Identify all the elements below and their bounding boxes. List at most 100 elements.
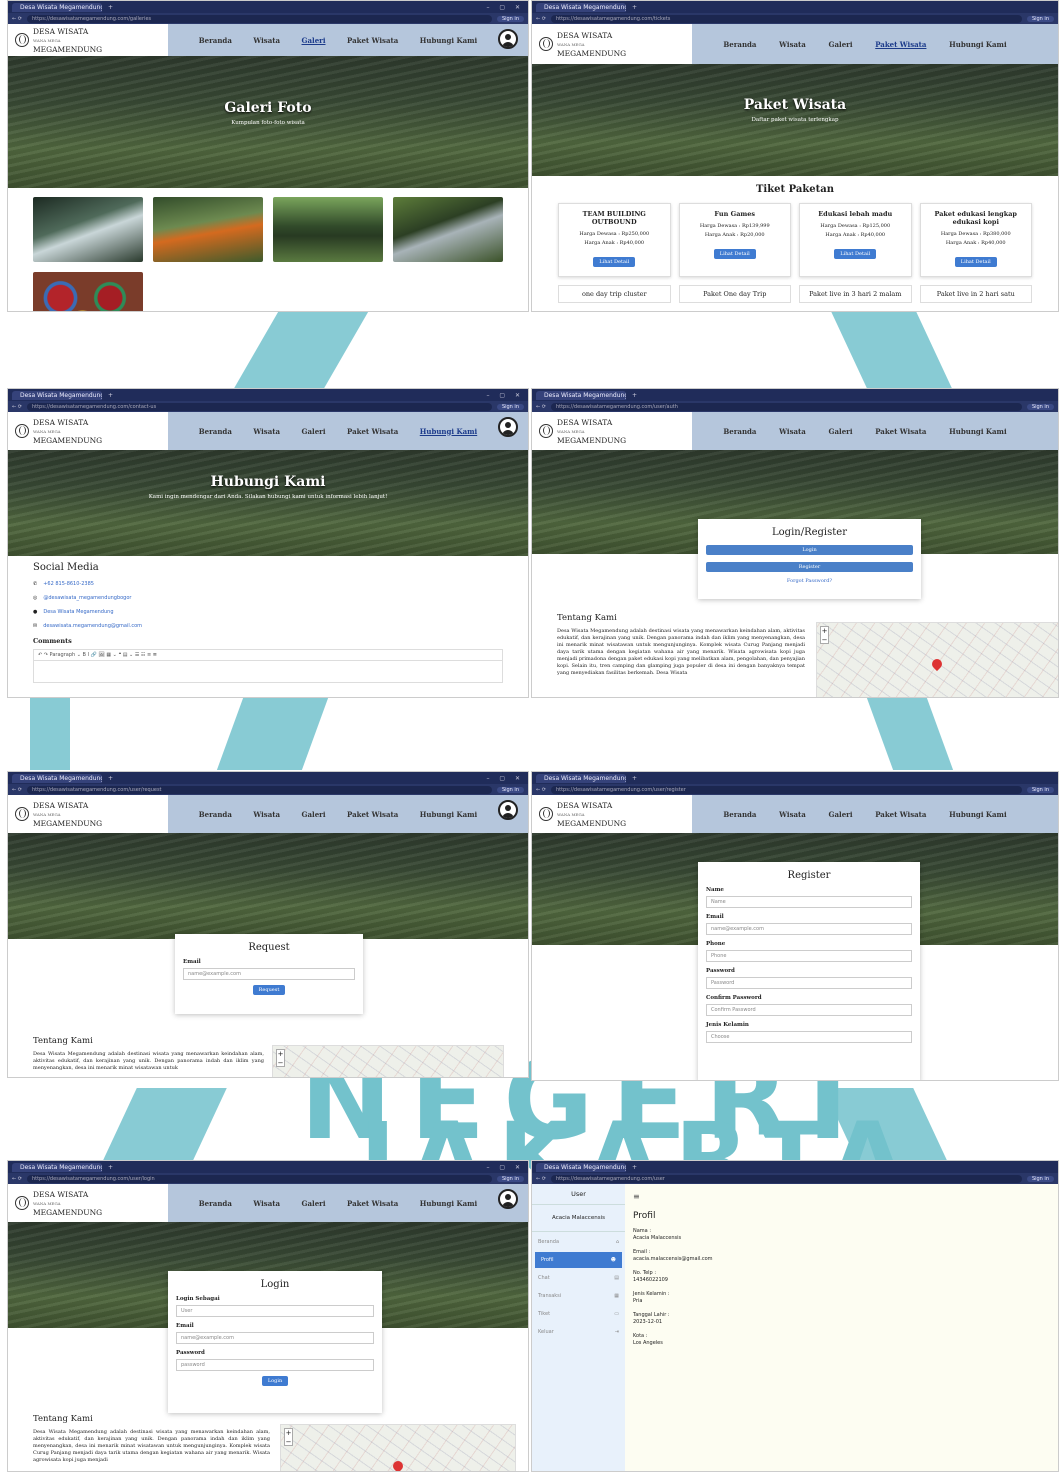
new-tab-icon[interactable]: +: [108, 4, 113, 11]
map-pin-icon[interactable]: [390, 1458, 406, 1471]
nav-beranda[interactable]: Beranda: [199, 427, 232, 436]
location-map[interactable]: + −: [816, 622, 1058, 697]
password-field[interactable]: password: [176, 1359, 374, 1371]
sign-in-button[interactable]: Sign in: [1026, 786, 1054, 793]
nav-beranda[interactable]: Beranda: [723, 810, 756, 819]
sign-in-button[interactable]: Sign in: [1026, 403, 1054, 410]
url-field[interactable]: https://desawisatamegamendung.com/user/a…: [550, 402, 1022, 411]
nav-beranda[interactable]: Beranda: [723, 40, 756, 49]
nav-galeri[interactable]: Galeri: [829, 427, 853, 436]
site-logo[interactable]: DESA WISATA WANA MEGA MEGAMENDUNG: [532, 418, 692, 445]
sign-in-button[interactable]: Sign in: [496, 1175, 524, 1182]
nav-wisata[interactable]: Wisata: [253, 427, 280, 436]
nav-hubungi[interactable]: Hubungi Kami: [420, 36, 477, 45]
nav-arrows-icon[interactable]: ← ⟳: [12, 1176, 22, 1182]
new-tab-icon[interactable]: +: [108, 1164, 113, 1171]
sidebar-item-keluar[interactable]: Keluar ⇥: [532, 1324, 625, 1340]
forgot-password-link[interactable]: Forgot Password?: [706, 578, 913, 584]
gallery-photo[interactable]: [33, 197, 143, 262]
nav-paket[interactable]: Paket Wisata: [875, 810, 926, 819]
nav-wisata[interactable]: Wisata: [253, 810, 280, 819]
nav-paket[interactable]: Paket Wisata: [875, 40, 926, 49]
user-avatar-icon[interactable]: [498, 800, 518, 820]
window-controls-icon[interactable]: – ▢ ✕: [486, 4, 524, 11]
detail-button[interactable]: Lihat Detail: [954, 257, 997, 267]
nav-galeri[interactable]: Galeri: [829, 40, 853, 49]
site-logo[interactable]: DESA WISATA WANA MEGA MEGAMENDUNG: [8, 801, 168, 828]
zoom-controls[interactable]: + −: [284, 1428, 293, 1446]
nav-paket[interactable]: Paket Wisata: [347, 36, 398, 45]
sign-in-button[interactable]: Sign in: [496, 786, 524, 793]
browser-tab[interactable]: Desa Wisata Megamendung: [536, 2, 626, 12]
site-logo[interactable]: DESA WISATA WANA MEGA MEGAMENDUNG: [8, 1190, 168, 1217]
role-select[interactable]: User: [176, 1305, 374, 1317]
sidebar-item-chat[interactable]: Chat ▤: [532, 1270, 625, 1286]
editor-toolbar[interactable]: ↶ ↷ Paragraph ⌄ B I 🔗 🖼 ▦ ⌄ ❝ ▤ ⌄ ☰ ☷ ≡ …: [34, 650, 502, 661]
nav-arrows-icon[interactable]: ← ⟳: [12, 404, 22, 410]
nav-paket[interactable]: Paket Wisata: [347, 427, 398, 436]
sidebar-item-tiket[interactable]: Tiket ▭: [532, 1306, 625, 1322]
url-field[interactable]: https://desawisatamegamendung.com/ticket…: [550, 14, 1022, 23]
nav-wisata[interactable]: Wisata: [779, 40, 806, 49]
site-logo[interactable]: DESA WISATA WANA MEGA MEGAMENDUNG: [532, 801, 692, 828]
user-avatar-icon[interactable]: [498, 417, 518, 437]
nav-wisata[interactable]: Wisata: [253, 1199, 280, 1208]
browser-tab[interactable]: Desa Wisata Megamendung: [12, 1162, 102, 1172]
password-field[interactable]: Password: [706, 977, 912, 989]
nav-hubungi[interactable]: Hubungi Kami: [420, 427, 477, 436]
new-tab-icon[interactable]: +: [632, 775, 637, 782]
browser-tab[interactable]: Desa Wisata Megamendung: [12, 2, 102, 12]
detail-button[interactable]: Lihat Detail: [834, 249, 877, 259]
hamburger-icon[interactable]: ≡: [633, 1192, 1050, 1201]
browser-tab[interactable]: Desa Wisata Megamendung: [536, 390, 626, 400]
nav-arrows-icon[interactable]: ← ⟳: [12, 787, 22, 793]
url-field[interactable]: https://desawisatamegamendung.com/contac…: [26, 402, 492, 411]
email-field[interactable]: name@example.com: [176, 1332, 374, 1344]
package-card-title[interactable]: Paket One day Trip: [678, 285, 791, 303]
nav-arrows-icon[interactable]: ← ⟳: [12, 16, 22, 22]
url-field[interactable]: https://desawisatamegamendung.com/user/r…: [26, 785, 492, 794]
name-field[interactable]: Name: [706, 896, 912, 908]
nav-beranda[interactable]: Beranda: [723, 427, 756, 436]
gallery-photo[interactable]: [33, 272, 143, 311]
url-field[interactable]: https://desawisatamegamendung.com/user/r…: [550, 785, 1022, 794]
nav-beranda[interactable]: Beranda: [199, 810, 232, 819]
login-button[interactable]: Login: [261, 1376, 289, 1386]
nav-paket[interactable]: Paket Wisata: [875, 427, 926, 436]
sign-in-button[interactable]: Sign in: [496, 15, 524, 22]
map-pin-icon[interactable]: [929, 656, 945, 672]
email-link[interactable]: ✉ desawisata.megamendung@gmail.com: [33, 623, 503, 629]
window-controls-icon[interactable]: – ▢ ✕: [486, 1164, 524, 1171]
gallery-photo[interactable]: [393, 197, 503, 262]
package-card-title[interactable]: one day trip cluster: [558, 285, 671, 303]
email-field[interactable]: name@example.com: [183, 968, 355, 980]
nav-hubungi[interactable]: Hubungi Kami: [420, 1199, 477, 1208]
facebook-link[interactable]: ● Desa Wisata Megamendung: [33, 609, 503, 615]
new-tab-icon[interactable]: +: [632, 392, 637, 399]
detail-button[interactable]: Lihat Detail: [713, 249, 756, 259]
email-field[interactable]: name@example.com: [706, 923, 912, 935]
sidebar-item-transaksi[interactable]: Transaksi ▦: [532, 1288, 625, 1304]
phone-field[interactable]: Phone: [706, 950, 912, 962]
user-avatar-icon[interactable]: [498, 1189, 518, 1209]
comment-editor[interactable]: ↶ ↷ Paragraph ⌄ B I 🔗 🖼 ▦ ⌄ ❝ ▤ ⌄ ☰ ☷ ≡ …: [33, 649, 503, 683]
instagram-link[interactable]: ◎ @desawisata_megamendungbogor: [33, 595, 503, 601]
new-tab-icon[interactable]: +: [632, 1164, 637, 1171]
new-tab-icon[interactable]: +: [108, 392, 113, 399]
browser-tab[interactable]: Desa Wisata Megamendung: [12, 773, 102, 783]
browser-tab[interactable]: Desa Wisata Megamendung: [536, 1162, 626, 1172]
gender-select[interactable]: Choose: [706, 1031, 912, 1043]
nav-wisata[interactable]: Wisata: [253, 36, 280, 45]
sidebar-item-beranda[interactable]: Beranda ⌂: [532, 1234, 625, 1250]
nav-arrows-icon[interactable]: ← ⟳: [536, 16, 546, 22]
sign-in-button[interactable]: Sign in: [1026, 1175, 1054, 1182]
url-field[interactable]: https://desawisatamegamendung.com/galler…: [26, 14, 492, 23]
register-button[interactable]: Register: [706, 562, 913, 572]
nav-hubungi[interactable]: Hubungi Kami: [420, 810, 477, 819]
gallery-photo[interactable]: [153, 197, 263, 262]
sidebar-item-profil[interactable]: Profil ☻: [535, 1252, 622, 1268]
nav-galeri[interactable]: Galeri: [302, 36, 326, 45]
new-tab-icon[interactable]: +: [632, 4, 637, 11]
gallery-photo[interactable]: [273, 197, 383, 262]
location-map[interactable]: + −: [280, 1424, 516, 1471]
